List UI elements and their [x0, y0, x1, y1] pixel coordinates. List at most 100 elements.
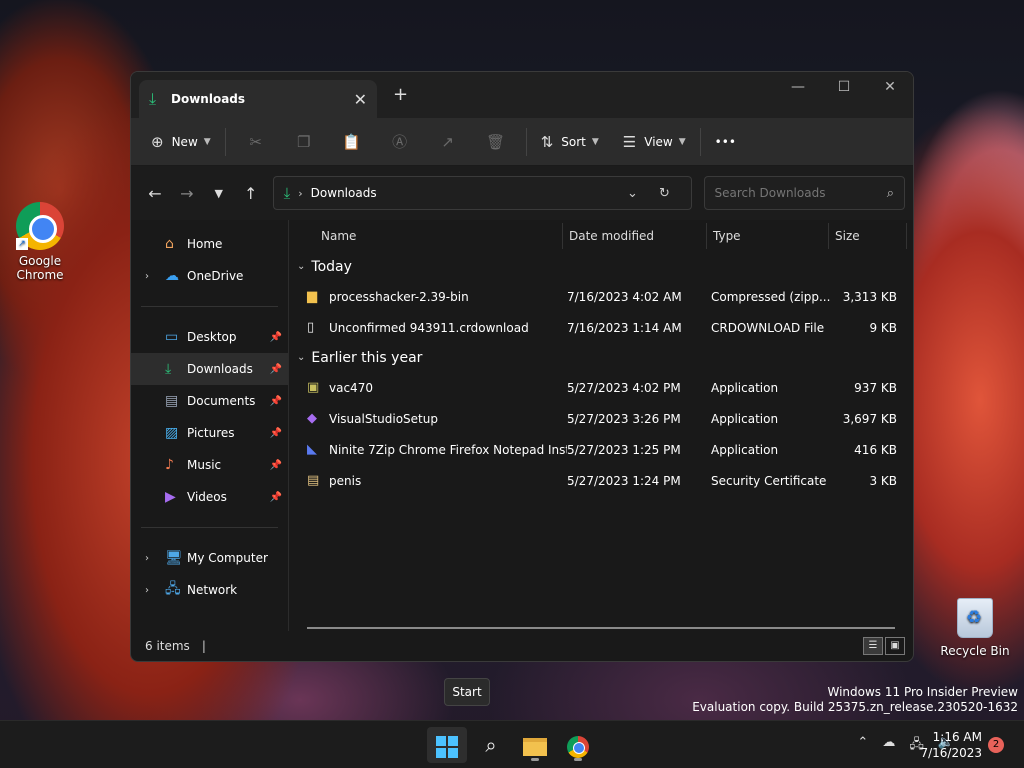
sidebar-item-home[interactable]: ⌂ Home	[131, 228, 288, 260]
table-row[interactable]: ▣ vac470 5/27/2023 4:02 PM Application 9…	[289, 372, 913, 403]
sidebar-item-label: My Computer	[187, 551, 268, 565]
column-header-name[interactable]: Name	[321, 223, 563, 249]
table-row[interactable]: ▆ processhacker-2.39-bin 7/16/2023 4:02 …	[289, 281, 913, 312]
sidebar-item-music[interactable]: ♪ Music 📌	[131, 449, 288, 481]
close-window-icon[interactable]: ✕	[867, 78, 913, 96]
clock[interactable]: 1:16 AM 7/16/2023	[920, 729, 982, 761]
ninite-icon: ◣	[307, 442, 317, 457]
file-type: CRDOWNLOAD File	[711, 320, 825, 335]
sidebar-divider	[141, 306, 278, 307]
minimize-icon[interactable]: —	[775, 78, 821, 96]
sidebar-item-label: Music	[187, 458, 222, 472]
new-tab-button[interactable]: +	[393, 84, 408, 105]
tab-downloads[interactable]: ⤓ Downloads ✕	[139, 80, 377, 118]
paste-icon[interactable]: 📋	[328, 133, 376, 151]
watermark-line: Windows 11 Pro Insider Preview	[827, 685, 1018, 699]
sort-icon: ⇅	[540, 132, 554, 151]
new-button[interactable]: ⊕ New ▼	[143, 133, 219, 151]
file-explorer-window: ⤓ Downloads ✕ + — ☐ ✕ ⊕ New ▼ ✂ ❐ 📋 Ⓐ ↗ …	[130, 71, 914, 662]
table-row[interactable]: ◣ Ninite 7Zip Chrome Firefox Notepad Ins…	[289, 434, 913, 465]
start-tooltip: Start	[444, 678, 490, 706]
notification-badge[interactable]: 2	[988, 737, 1004, 753]
search-icon[interactable]: ⌕	[887, 186, 894, 201]
pin-icon[interactable]: 📌	[270, 396, 282, 407]
pin-icon[interactable]: 📌	[270, 332, 282, 343]
computer-icon: 🖥	[165, 550, 183, 566]
sidebar-item-documents[interactable]: ▤ Documents 📌	[131, 385, 288, 417]
file-name: Unconfirmed 943911.crdownload	[329, 320, 529, 335]
group-header-earlier-this-year[interactable]: ⌄ Earlier this year	[289, 343, 913, 372]
network-icon: 🖧	[165, 581, 181, 597]
pin-icon[interactable]: 📌	[270, 460, 282, 471]
search-taskbar-button[interactable]: ⌕	[471, 727, 511, 763]
evaluation-watermark: Windows 11 Pro Insider Preview Evaluatio…	[692, 685, 1018, 715]
sort-button-label: Sort	[561, 134, 586, 149]
expand-chevron-icon[interactable]: ›	[145, 553, 165, 564]
sidebar-item-onedrive[interactable]: › ☁ OneDrive	[131, 260, 288, 292]
group-header-today[interactable]: ⌄ Today	[289, 252, 913, 281]
search-icon: ⌕	[485, 733, 497, 757]
tiles-view-icon[interactable]: ▣	[885, 637, 905, 655]
expand-chevron-icon[interactable]: ›	[145, 585, 165, 596]
close-tab-icon[interactable]: ✕	[354, 90, 367, 109]
pin-icon[interactable]: 📌	[270, 428, 282, 439]
sort-button[interactable]: ⇅ Sort ▼	[533, 133, 607, 151]
list-view-icon: ☰	[622, 132, 637, 151]
cut-icon[interactable]: ✂	[232, 133, 280, 151]
sidebar-item-network[interactable]: › 🖧 Network	[131, 574, 288, 606]
details-view-icon[interactable]: ☰	[863, 637, 883, 655]
desktop-recycle-bin[interactable]: Recycle Bin	[935, 598, 1015, 658]
chrome-icon	[567, 735, 589, 758]
desktop-shortcut-google-chrome[interactable]: ↗ Google Chrome	[0, 202, 80, 282]
column-header-date[interactable]: Date modified	[563, 223, 707, 249]
sidebar-item-downloads[interactable]: ⤓ Downloads 📌	[131, 353, 288, 385]
search-box[interactable]: ⌕	[703, 176, 905, 210]
table-row[interactable]: ▤ penis 5/27/2023 1:24 PM Security Certi…	[289, 465, 913, 496]
sidebar-item-desktop[interactable]: ▭ Desktop 📌	[131, 321, 288, 353]
download-icon: ⤓	[149, 89, 157, 108]
share-icon[interactable]: ↗	[424, 133, 472, 151]
chrome-taskbar-button[interactable]	[558, 727, 598, 763]
file-date: 7/16/2023 4:02 AM	[567, 289, 682, 304]
sidebar-item-videos[interactable]: ▶ Videos 📌	[131, 481, 288, 513]
group-title: Today	[311, 258, 352, 275]
table-row[interactable]: ▯ Unconfirmed 943911.crdownload 7/16/202…	[289, 312, 913, 343]
table-row[interactable]: ◆ VisualStudioSetup 5/27/2023 3:26 PM Ap…	[289, 403, 913, 434]
more-options-button[interactable]: •••	[707, 135, 744, 149]
sidebar-item-my-computer[interactable]: › 🖥 My Computer	[131, 542, 288, 574]
file-name: Ninite 7Zip Chrome Firefox Notepad Inst.…	[329, 442, 567, 457]
copy-icon[interactable]: ❐	[280, 133, 328, 151]
rename-icon[interactable]: Ⓐ	[376, 131, 424, 152]
view-button[interactable]: ☰ View ▼	[615, 133, 694, 151]
start-button[interactable]	[427, 727, 467, 763]
file-explorer-taskbar-button[interactable]	[515, 727, 555, 763]
up-arrow-icon[interactable]: ↑	[235, 184, 267, 203]
back-arrow-icon[interactable]: ←	[139, 184, 171, 203]
pin-icon[interactable]: 📌	[270, 492, 282, 503]
column-header-type[interactable]: Type	[707, 223, 829, 249]
sidebar-item-pictures[interactable]: ▨ Pictures 📌	[131, 417, 288, 449]
collapse-chevron-icon[interactable]: ⌄	[297, 261, 305, 272]
horizontal-scrollbar[interactable]	[307, 627, 895, 629]
recent-locations-chevron-icon[interactable]: ▼	[203, 187, 235, 200]
breadcrumb-downloads[interactable]: Downloads	[311, 186, 617, 200]
column-header-size[interactable]: Size	[829, 223, 907, 249]
breadcrumb-chevron-icon[interactable]: ›	[298, 187, 302, 200]
file-name: processhacker-2.39-bin	[329, 289, 469, 304]
chevron-down-icon: ▼	[678, 136, 686, 147]
refresh-icon[interactable]: ↻	[649, 186, 681, 201]
running-indicator	[531, 758, 539, 761]
delete-icon[interactable]: 🗑	[472, 133, 520, 151]
maximize-icon[interactable]: ☐	[821, 78, 867, 96]
sidebar-item-label: Pictures	[187, 426, 235, 440]
forward-arrow-icon[interactable]: →	[171, 184, 203, 203]
address-history-chevron-icon[interactable]: ⌄	[617, 186, 649, 201]
address-bar[interactable]: ⤓ › Downloads ⌄ ↻	[272, 176, 692, 210]
cloud-offline-icon[interactable]: ☁	[882, 735, 895, 757]
search-input[interactable]	[714, 186, 887, 200]
pin-icon[interactable]: 📌	[270, 364, 282, 375]
collapse-chevron-icon[interactable]: ⌄	[297, 352, 305, 363]
chevron-down-icon: ▼	[591, 136, 599, 147]
chevron-up-icon[interactable]: ⌃	[857, 735, 868, 757]
expand-chevron-icon[interactable]: ›	[145, 271, 165, 282]
